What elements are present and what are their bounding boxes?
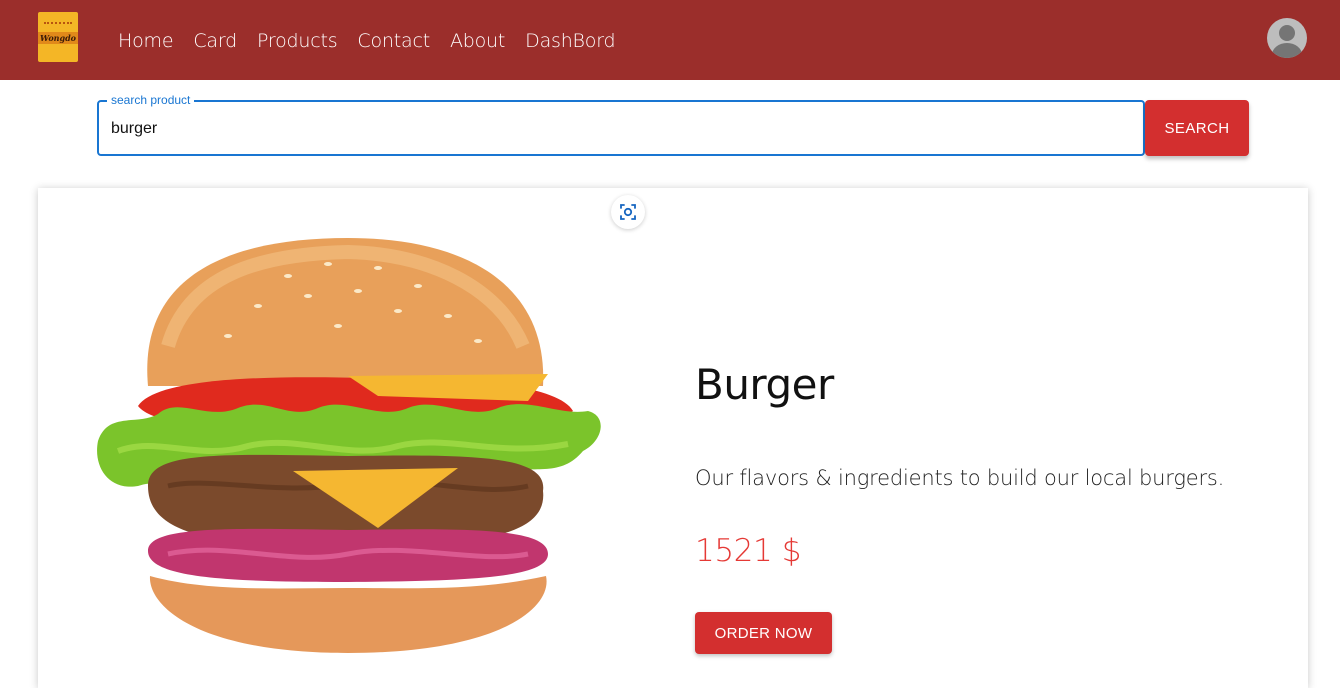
search-input[interactable] — [111, 116, 1131, 142]
user-avatar-icon[interactable] — [1267, 18, 1307, 58]
nav-link-contact[interactable]: Contact — [357, 27, 430, 55]
nav-link-about[interactable]: About — [450, 27, 505, 55]
nav-links: Home Card Products Contact About DashBor… — [118, 27, 635, 55]
search-label: search product — [107, 93, 195, 107]
product-title: Burger — [695, 360, 834, 409]
logo-text: Wongdo — [39, 33, 76, 43]
search-field[interactable]: search product — [97, 93, 1145, 156]
logo-decoration — [44, 22, 72, 28]
product-price: 1521 $ — [695, 533, 802, 569]
search-button[interactable]: SEARCH — [1145, 100, 1249, 156]
avatar-body — [1272, 43, 1302, 58]
nav-link-card[interactable]: Card — [193, 27, 237, 55]
lens-scan-icon[interactable] — [611, 195, 645, 229]
burger-image — [97, 238, 601, 653]
top-navbar: Wongdo Home Card Products Contact About … — [0, 0, 1340, 80]
nav-link-home[interactable]: Home — [118, 27, 174, 55]
order-now-button[interactable]: ORDER NOW — [695, 612, 832, 654]
nav-link-dashboard[interactable]: DashBord — [525, 27, 615, 55]
brand-logo[interactable]: Wongdo — [38, 12, 78, 62]
product-description: Our flavors & ingredients to build our l… — [695, 466, 1225, 490]
avatar-head — [1279, 25, 1295, 41]
nav-link-products[interactable]: Products — [257, 27, 338, 55]
